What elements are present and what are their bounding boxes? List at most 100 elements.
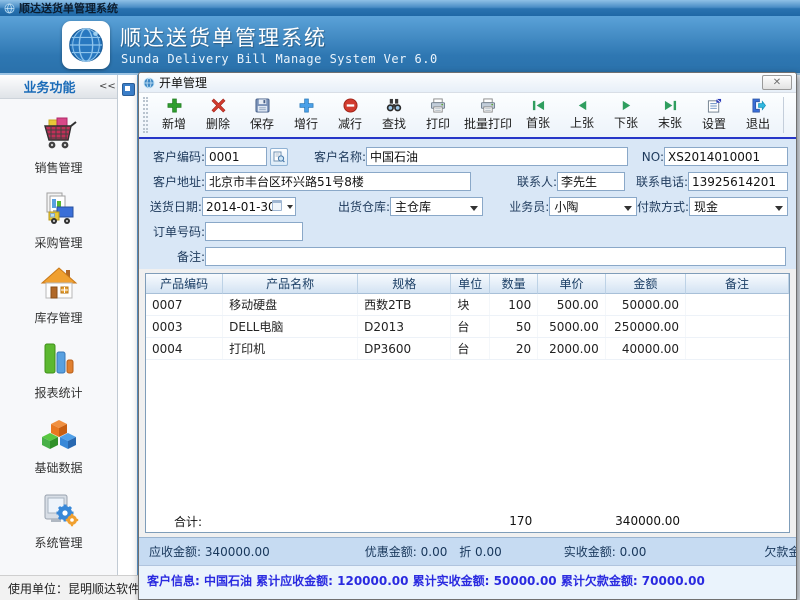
- cell-remark: [686, 316, 789, 337]
- cell-unit: 台: [451, 316, 490, 337]
- globe-icon: [143, 77, 155, 89]
- discount-label: 优惠金额:: [365, 545, 417, 559]
- first-record-button[interactable]: 首张: [516, 95, 560, 135]
- sidebar-item-basedata[interactable]: 基础数据: [0, 407, 117, 482]
- order-no-field[interactable]: [205, 222, 303, 241]
- remark-label: 备注:: [145, 248, 205, 265]
- customer-address-field[interactable]: [205, 172, 471, 191]
- app-title-en: Sunda Delivery Bill Manage System Ver 6.…: [121, 52, 438, 66]
- sidebar-title: 业务功能: [0, 77, 99, 96]
- cell-code: 0003: [146, 316, 223, 337]
- discount-rate-label: 折: [459, 545, 471, 559]
- table-header-row: 产品编码 产品名称 规格 单位 数量 单价 金额 备注: [146, 274, 789, 294]
- cell-spec: DP3600: [358, 338, 451, 359]
- col-header-price[interactable]: 单价: [538, 274, 606, 294]
- mdi-workspace: [118, 75, 138, 575]
- customer-lookup-button[interactable]: [270, 148, 288, 166]
- customer-name-field[interactable]: [366, 147, 628, 166]
- table-row[interactable]: 0007 移动硬盘 西数2TB 块 100 500.00 50000.00: [146, 294, 789, 316]
- last-record-button[interactable]: 末张: [648, 95, 692, 135]
- col-header-unit[interactable]: 单位: [451, 274, 490, 294]
- phone-label: 联系电话:: [636, 173, 688, 190]
- col-header-amount[interactable]: 金额: [606, 274, 686, 294]
- dialog-title: 开单管理: [159, 74, 758, 91]
- remark-field[interactable]: [205, 247, 786, 266]
- dialog-toolbar: 新增 删除 保存 增行 减行 查找 打印 批量打印: [139, 93, 796, 137]
- cell-unit: 台: [451, 338, 490, 359]
- col-header-remark[interactable]: 备注: [686, 274, 789, 294]
- sidebar-item-label: 采购管理: [34, 234, 82, 251]
- cell-qty: 50: [490, 316, 538, 337]
- window-title: 顺达送货单管理系统: [19, 0, 118, 16]
- col-header-qty[interactable]: 数量: [490, 274, 538, 294]
- order-no-label: 订单号码:: [145, 223, 205, 240]
- print-button[interactable]: 打印: [416, 95, 460, 135]
- blocks-icon: [37, 412, 81, 456]
- delete-x-icon: [211, 98, 226, 113]
- payment-select[interactable]: 现金: [689, 197, 788, 216]
- sidebar-item-system[interactable]: 系统管理: [0, 482, 117, 557]
- table-total-row: 合计: 170 340000.00: [146, 510, 789, 532]
- prev-record-button[interactable]: 上张: [560, 95, 604, 135]
- sidebar-item-label: 销售管理: [34, 159, 82, 176]
- cell-name: DELL电脑: [223, 316, 358, 337]
- table-row[interactable]: 0004 打印机 DP3600 台 20 2000.00 40000.00: [146, 338, 789, 360]
- salesman-label: 业务员:: [509, 198, 549, 215]
- sidebar-item-label: 基础数据: [34, 459, 82, 476]
- col-header-product-code[interactable]: 产品编码: [146, 274, 223, 294]
- table-row[interactable]: 0003 DELL电脑 D2013 台 50 5000.00 250000.00: [146, 316, 789, 338]
- delete-button[interactable]: 删除: [196, 95, 240, 135]
- cell-qty: 100: [490, 294, 538, 315]
- delivery-date-picker[interactable]: [202, 197, 296, 216]
- col-header-spec[interactable]: 规格: [358, 274, 451, 294]
- discount-value: 0.00: [421, 545, 448, 559]
- first-icon: [531, 99, 546, 112]
- cell-price: 5000.00: [538, 316, 606, 337]
- find-button[interactable]: 查找: [372, 95, 416, 135]
- sidebar-header: 业务功能 <<: [0, 75, 117, 99]
- col-header-product-name[interactable]: 产品名称: [223, 274, 358, 294]
- globe-icon: [4, 3, 15, 14]
- sidebar-item-reports[interactable]: 报表统计: [0, 332, 117, 407]
- cart-icon: [37, 112, 81, 156]
- received-label: 实收金额:: [564, 545, 616, 559]
- calendar-icon: [272, 200, 282, 211]
- phone-field[interactable]: [688, 172, 788, 191]
- salesman-select[interactable]: 小陶: [549, 197, 637, 216]
- bill-no-field[interactable]: [664, 147, 788, 166]
- cell-name: 打印机: [223, 338, 358, 359]
- sidebar-item-purchase[interactable]: 采购管理: [0, 182, 117, 257]
- remove-row-button[interactable]: 减行: [328, 95, 372, 135]
- cell-amount: 40000.00: [606, 338, 686, 359]
- customer-code-label: 客户编码:: [145, 148, 205, 165]
- contact-field[interactable]: [557, 172, 625, 191]
- cell-unit: 块: [451, 294, 490, 315]
- toolbar-grip[interactable]: [143, 97, 148, 133]
- bill-no-label: NO:: [642, 150, 664, 164]
- app-statusbar: 使用单位：昆明顺达软件科: [0, 575, 138, 600]
- save-button[interactable]: 保存: [240, 95, 284, 135]
- next-record-button[interactable]: 下张: [604, 95, 648, 135]
- receivable-label: 应收金额:: [149, 545, 201, 559]
- exit-button[interactable]: 退出: [736, 95, 780, 135]
- cell-qty: 20: [490, 338, 538, 359]
- dropdown-arrow-icon: [775, 206, 783, 211]
- new-button[interactable]: 新增: [152, 95, 196, 135]
- warehouse-select[interactable]: 主仓库: [390, 197, 483, 216]
- contact-label: 联系人:: [517, 173, 557, 190]
- warehouse-label: 出货仓库:: [338, 198, 390, 215]
- app-logo: [62, 21, 110, 69]
- cell-name: 移动硬盘: [223, 294, 358, 315]
- sidebar-collapse-button[interactable]: <<: [99, 81, 117, 92]
- mdi-tab-icon[interactable]: [122, 83, 135, 96]
- customer-code-field[interactable]: [205, 147, 267, 166]
- dropdown-arrow-icon: [470, 206, 478, 211]
- close-icon[interactable]: ✕: [762, 75, 792, 90]
- settings-button[interactable]: 设置: [692, 95, 736, 135]
- sidebar-item-inventory[interactable]: 库存管理: [0, 257, 117, 332]
- dropdown-arrow-icon: [624, 206, 632, 211]
- app-title-cn: 顺达送货单管理系统: [120, 22, 327, 52]
- batch-print-button[interactable]: 批量打印: [460, 95, 516, 135]
- add-row-button[interactable]: 增行: [284, 95, 328, 135]
- sidebar-item-sales[interactable]: 销售管理: [0, 107, 117, 182]
